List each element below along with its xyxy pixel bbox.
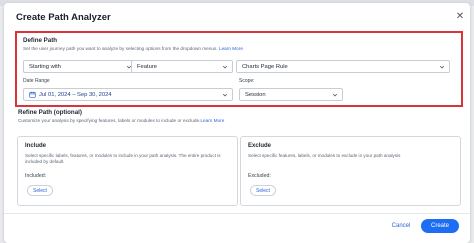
footer-divider: [4, 213, 470, 214]
chevron-down-icon: [439, 65, 445, 69]
calendar-icon: [29, 91, 36, 98]
create-button[interactable]: Create: [421, 219, 459, 233]
scope-dropdown[interactable]: Session: [239, 88, 343, 101]
exclude-description: Select specific features, labels, or mod…: [248, 153, 401, 158]
path-item-value: Charts Page Rule: [242, 63, 288, 70]
refine-path-description: Customize your analysis by specifying fe…: [18, 118, 224, 123]
include-description: Select specific labels, features, or mod…: [25, 153, 221, 164]
exclude-title: Exclude: [248, 143, 272, 149]
define-path-learn-more-link[interactable]: Learn More: [219, 46, 243, 51]
path-type-dropdown[interactable]: Feature: [131, 60, 233, 73]
chevron-down-icon: [222, 65, 228, 69]
include-card: Include Select specific labels, features…: [17, 136, 238, 206]
path-item-dropdown[interactable]: Charts Page Rule: [236, 60, 450, 73]
date-range-label: Date Range: [23, 78, 50, 84]
chevron-down-icon: [332, 93, 338, 97]
include-select-button[interactable]: Select: [27, 185, 53, 196]
define-path-description-text: Set the user journey path you want to an…: [23, 46, 218, 51]
refine-path-title: Refine Path (optional): [18, 109, 82, 116]
date-range-value: Jul 01, 2024 – Sep 30, 2024: [39, 91, 112, 98]
scope-value: Session: [245, 91, 266, 98]
define-path-title: Define Path: [23, 37, 58, 44]
refine-path-learn-more-link[interactable]: Learn More: [200, 118, 224, 123]
path-type-value: Feature: [137, 63, 157, 70]
date-range-picker[interactable]: Jul 01, 2024 – Sep 30, 2024: [23, 88, 233, 101]
start-condition-dropdown[interactable]: Starting with: [23, 60, 137, 73]
chevron-down-icon: [222, 93, 228, 97]
exclude-card: Exclude Select specific features, labels…: [240, 136, 461, 206]
define-path-section: Define Path Set the user journey path yo…: [15, 31, 463, 107]
define-path-description: Set the user journey path you want to an…: [23, 46, 243, 51]
close-icon[interactable]: ✕: [455, 12, 465, 22]
included-label: Included:: [25, 173, 47, 179]
cancel-button[interactable]: Cancel: [387, 219, 415, 232]
create-path-analyzer-dialog: Create Path Analyzer ✕ Define Path Set t…: [4, 3, 470, 243]
dialog-title: Create Path Analyzer: [16, 12, 111, 23]
include-title: Include: [25, 143, 47, 149]
scope-label: Scope:: [239, 78, 255, 84]
start-condition-value: Starting with: [29, 63, 61, 70]
refine-path-description-text: Customize your analysis by specifying fe…: [18, 118, 201, 123]
excluded-label: Excluded:: [248, 173, 271, 179]
exclude-select-button[interactable]: Select: [250, 185, 276, 196]
